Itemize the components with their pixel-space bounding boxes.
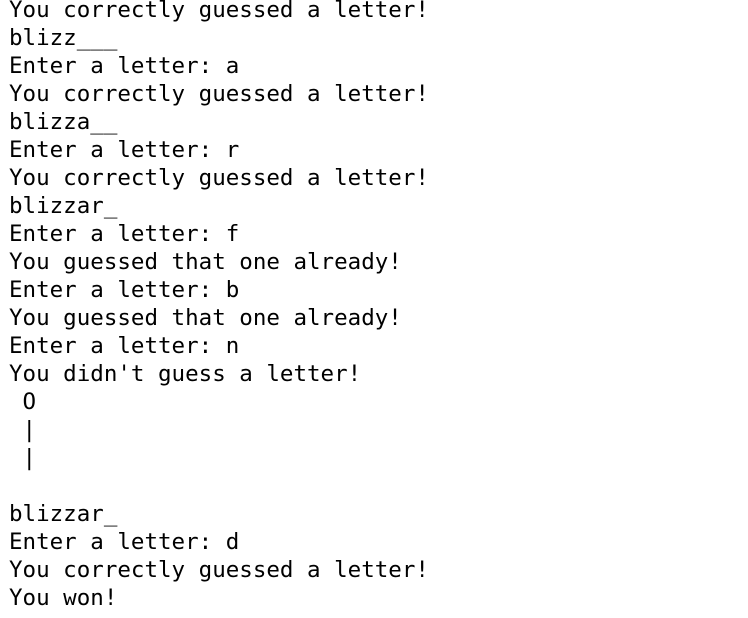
- output-line-already-guessed: You guessed that one already!: [9, 249, 402, 275]
- output-line-prompt: Enter a letter: d: [9, 529, 240, 555]
- terminal-window[interactable]: You correctly guessed a letter! blizz___…: [0, 0, 748, 618]
- output-line-win-message: You won!: [9, 585, 118, 611]
- output-line-prompt: Enter a letter: f: [9, 221, 240, 247]
- output-line-prompt: Enter a letter: b: [9, 277, 240, 303]
- output-line-prompt: Enter a letter: n: [9, 333, 240, 359]
- hangman-body-lower: |: [9, 445, 37, 471]
- output-line-word-progress: blizz___: [9, 25, 118, 51]
- output-line-correct-guess: You correctly guessed a letter!: [9, 557, 429, 583]
- output-line-correct-guess: You correctly guessed a letter!: [9, 165, 429, 191]
- hangman-head: O: [9, 389, 37, 415]
- output-line-prompt: Enter a letter: a: [9, 53, 240, 79]
- output-line-word-progress: blizza__: [9, 109, 118, 135]
- terminal-output: You correctly guessed a letter! blizz___…: [9, 0, 429, 612]
- hangman-body-upper: |: [9, 417, 37, 443]
- output-line-wrong-guess: You didn't guess a letter!: [9, 361, 362, 387]
- output-line-correct-guess: You correctly guessed a letter!: [9, 81, 429, 107]
- output-line-correct-guess: You correctly guessed a letter!: [9, 0, 429, 23]
- output-line-prompt: Enter a letter: r: [9, 137, 240, 163]
- output-line-already-guessed: You guessed that one already!: [9, 305, 402, 331]
- output-line-word-progress: blizzar_: [9, 501, 118, 527]
- output-line-word-progress: blizzar_: [9, 193, 118, 219]
